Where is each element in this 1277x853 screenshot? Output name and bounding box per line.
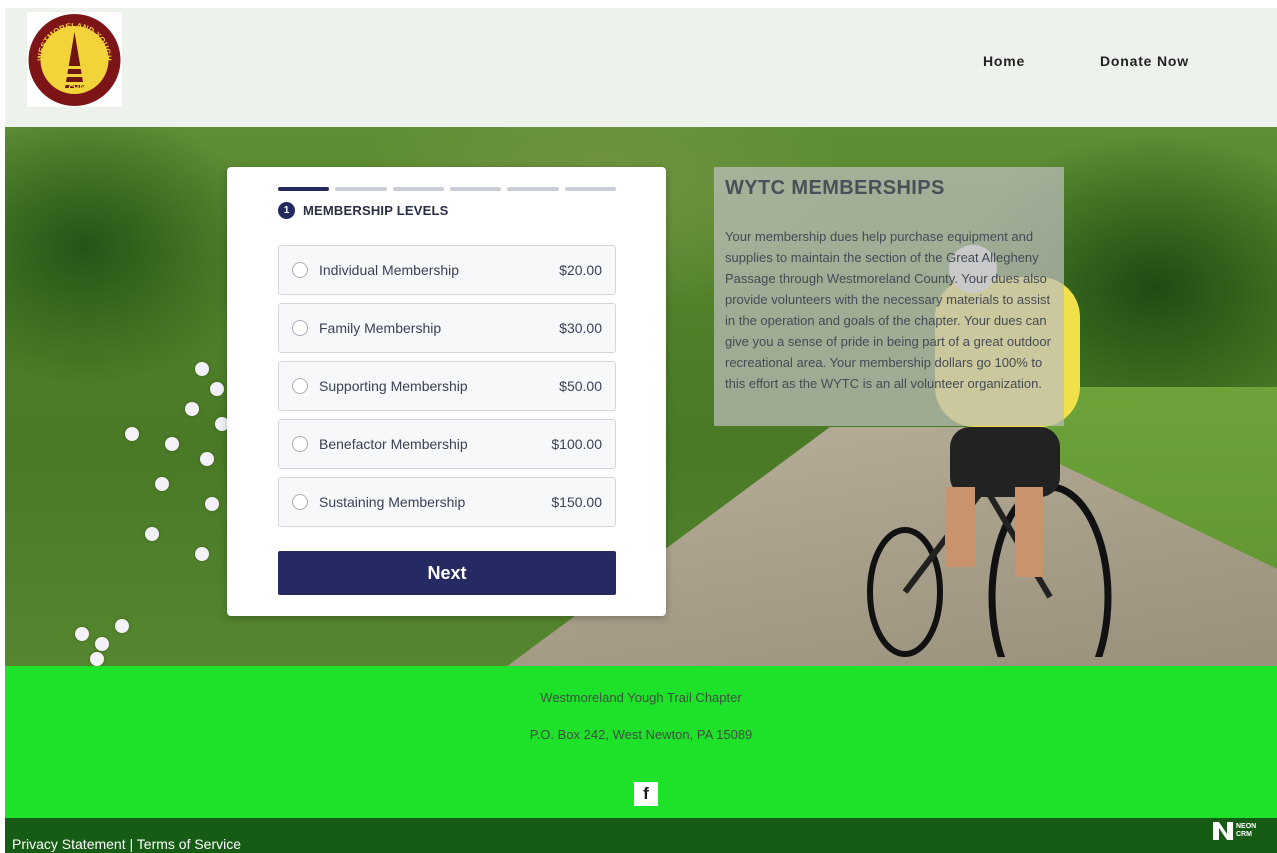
radio-button[interactable] <box>292 262 308 278</box>
step-indicator-4 <box>449 187 502 191</box>
legal-links: Privacy Statement | Terms of Service <box>12 836 241 852</box>
site-header: WESTMORELAND YOUGH TRAIL CHAPTER Home Do… <box>5 8 1277 127</box>
step-indicator-2 <box>335 187 387 191</box>
nav-donate-now[interactable]: Donate Now <box>1100 53 1189 69</box>
info-title: WYTC MEMBERSHIPS <box>725 177 945 199</box>
membership-option-price: $50.00 <box>559 378 602 394</box>
site-footer: Westmoreland Yough Trail Chapter P.O. Bo… <box>5 666 1277 818</box>
neon-brand-line1: NEON <box>1236 823 1257 830</box>
footer-org-name: Westmoreland Yough Trail Chapter <box>540 690 742 705</box>
membership-option-individual[interactable]: Individual Membership $20.00 <box>278 245 616 295</box>
membership-option-price: $30.00 <box>559 320 602 336</box>
facebook-icon[interactable]: f <box>634 782 658 806</box>
radio-button[interactable] <box>292 378 308 394</box>
step-progress-bar <box>278 187 616 191</box>
step-indicator-3 <box>392 187 444 191</box>
step-indicator-1 <box>278 187 330 191</box>
step-indicator-6 <box>564 187 616 191</box>
membership-option-name: Family Membership <box>319 320 442 336</box>
membership-levels-list: Individual Membership $20.00 Family Memb… <box>278 245 616 535</box>
legal-bar: Privacy Statement | Terms of Service NEO… <box>5 818 1277 853</box>
membership-option-sustaining[interactable]: Sustaining Membership $150.00 <box>278 477 616 527</box>
chapter-logo[interactable]: WESTMORELAND YOUGH TRAIL CHAPTER <box>27 12 122 107</box>
membership-option-supporting[interactable]: Supporting Membership $50.00 <box>278 361 616 411</box>
membership-option-name: Supporting Membership <box>319 378 468 394</box>
radio-button[interactable] <box>292 436 308 452</box>
legal-separator: | <box>125 836 137 852</box>
step-title: MEMBERSHIP LEVELS <box>303 203 449 218</box>
logo-image: WESTMORELAND YOUGH TRAIL CHAPTER <box>28 14 121 106</box>
membership-option-name: Sustaining Membership <box>319 494 466 510</box>
next-button[interactable]: Next <box>278 551 616 595</box>
membership-option-price: $150.00 <box>551 494 602 510</box>
radio-button[interactable] <box>292 494 308 510</box>
info-body-text: Your membership dues help purchase equip… <box>725 229 1051 391</box>
terms-of-service-link[interactable]: Terms of Service <box>137 836 241 852</box>
membership-option-name: Individual Membership <box>319 262 460 278</box>
footer-address: P.O. Box 242, West Newton, PA 15089 <box>529 727 753 742</box>
membership-option-price: $20.00 <box>559 262 602 278</box>
membership-option-benefactor[interactable]: Benefactor Membership $100.00 <box>278 419 616 469</box>
neon-crm-badge[interactable]: NEON CRM <box>1213 822 1256 840</box>
step-number-badge: 1 <box>278 202 295 219</box>
membership-option-family[interactable]: Family Membership $30.00 <box>278 303 616 353</box>
membership-form-card: 1 MEMBERSHIP LEVELS Individual Membershi… <box>227 167 666 616</box>
memberships-info-panel: WYTC MEMBERSHIPS Your membership dues he… <box>714 167 1064 426</box>
privacy-statement-link[interactable]: Privacy Statement <box>12 836 126 852</box>
neon-brand-line2: CRM <box>1236 831 1252 838</box>
membership-option-name: Benefactor Membership <box>319 436 468 452</box>
step-heading: 1 MEMBERSHIP LEVELS <box>278 202 448 219</box>
step-indicator-5 <box>507 187 559 191</box>
neon-logo-icon <box>1213 822 1233 840</box>
nav-home[interactable]: Home <box>983 53 1025 69</box>
membership-option-price: $100.00 <box>551 436 602 452</box>
radio-button[interactable] <box>292 320 308 336</box>
white-flowers <box>45 357 245 666</box>
